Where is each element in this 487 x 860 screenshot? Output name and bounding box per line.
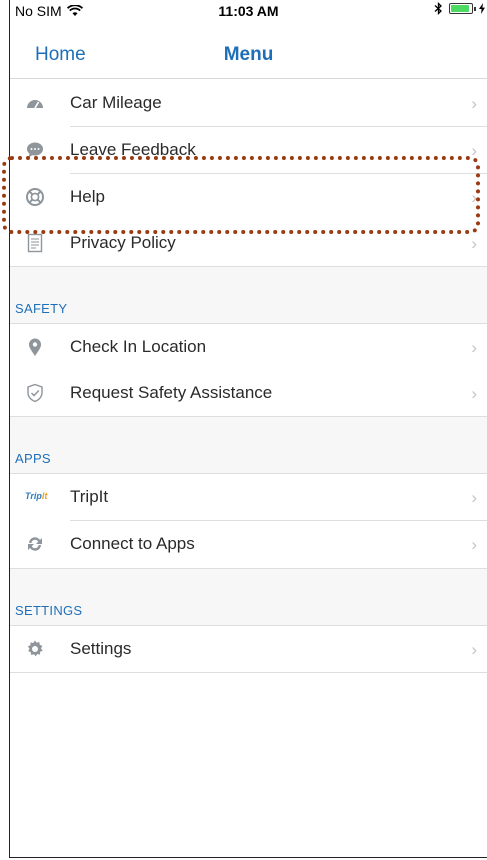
- menu-item-connect-to-apps[interactable]: Connect to Apps ›: [10, 521, 487, 567]
- menu-item-label: Help: [70, 187, 105, 206]
- menu-item-label: Request Safety Assistance: [70, 383, 273, 402]
- menu-item-tripit[interactable]: TripIt TripIt ›: [10, 474, 487, 520]
- chevron-right-icon: ›: [471, 384, 477, 403]
- menu-item-label: Settings: [70, 639, 132, 658]
- sync-icon: [28, 537, 42, 551]
- chevron-right-icon: ›: [471, 234, 477, 253]
- menu-item-privacy-policy[interactable]: Privacy Policy ›: [10, 220, 487, 266]
- chat-bubble-icon: [27, 142, 43, 158]
- menu-item-request-safety-assistance[interactable]: Request Safety Assistance ›: [10, 370, 487, 416]
- chevron-right-icon: ›: [471, 94, 477, 113]
- battery-tip: [474, 7, 476, 11]
- lifebuoy-icon: [26, 188, 44, 206]
- battery-level: [451, 5, 469, 12]
- menu-item-label: Car Mileage: [70, 93, 162, 112]
- menu-item-label: Privacy Policy: [70, 233, 176, 252]
- document-icon: [27, 233, 43, 253]
- chevron-right-icon: ›: [471, 640, 477, 659]
- chevron-right-icon: ›: [471, 535, 477, 554]
- menu-item-label: Connect to Apps: [70, 534, 195, 553]
- menu-item-label: TripIt: [70, 487, 109, 506]
- section-header-safety: SAFETY: [10, 267, 487, 323]
- section-title: SETTINGS: [15, 603, 83, 618]
- phone-screen: No SIM 11:03 AM Home Menu Car Mileage › …: [2, 0, 487, 858]
- speedometer-icon: [27, 100, 43, 109]
- menu-item-help[interactable]: Help ›: [10, 174, 487, 220]
- shield-check-icon: [27, 383, 43, 403]
- chevron-right-icon: ›: [471, 188, 477, 207]
- menu-item-label: Check In Location: [70, 337, 207, 356]
- battery-icon: [449, 3, 476, 14]
- menu-item-label: Leave Feedback: [70, 140, 196, 159]
- chevron-right-icon: ›: [471, 141, 477, 160]
- charging-bolt-icon: [479, 3, 485, 14]
- status-bar: No SIM 11:03 AM: [10, 0, 487, 22]
- group-divider: [10, 672, 487, 673]
- bluetooth-icon: [434, 2, 442, 15]
- navigation-bar: Home Menu: [10, 22, 487, 79]
- page-title: Menu: [223, 44, 274, 65]
- menu-item-check-in-location[interactable]: Check In Location ›: [10, 324, 487, 370]
- section-header-settings: SETTINGS: [10, 569, 487, 625]
- menu-item-car-mileage[interactable]: Car Mileage ›: [10, 80, 487, 126]
- location-pin-icon: [29, 338, 41, 356]
- gear-icon: [27, 640, 43, 657]
- chevron-right-icon: ›: [471, 488, 477, 507]
- section-header-apps: APPS: [10, 417, 487, 473]
- status-right: [434, 2, 485, 15]
- menu-item-leave-feedback[interactable]: Leave Feedback ›: [10, 127, 487, 173]
- home-button[interactable]: Home: [35, 44, 86, 66]
- tripit-logo: TripIt: [25, 491, 48, 501]
- chevron-right-icon: ›: [471, 338, 477, 357]
- status-time: 11:03 AM: [218, 3, 279, 19]
- section-title: APPS: [15, 451, 51, 466]
- section-title: SAFETY: [15, 301, 68, 316]
- menu-item-settings[interactable]: Settings ›: [10, 626, 487, 672]
